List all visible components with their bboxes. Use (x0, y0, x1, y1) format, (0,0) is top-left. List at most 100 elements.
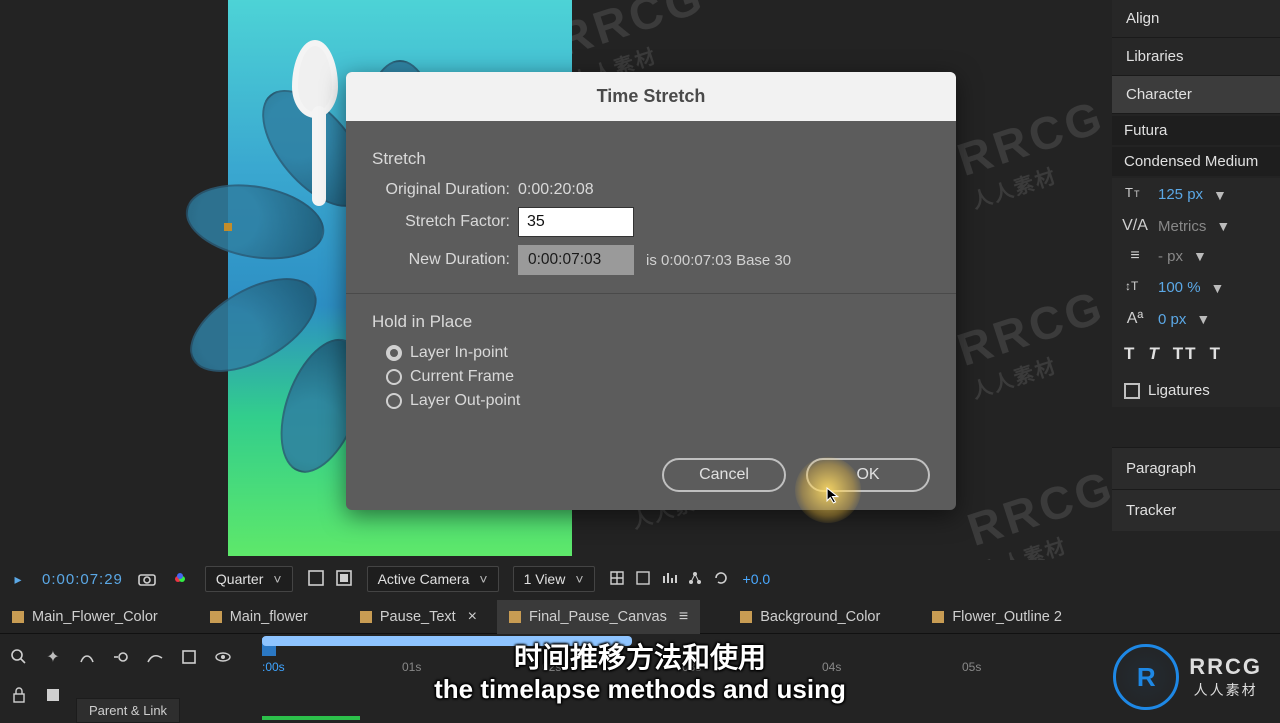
font-family-dropdown[interactable]: Futura (1112, 116, 1280, 145)
panel-align[interactable]: Align (1112, 0, 1280, 38)
tab-main-flower[interactable]: Main_flower (198, 601, 320, 633)
tab-label: Main_flower (230, 609, 308, 625)
brand-text-sub: 人人素材 (1194, 680, 1258, 700)
kerning-row[interactable]: V/A Metrics ▼ (1112, 211, 1280, 241)
dialog-title: Time Stretch (346, 72, 956, 121)
radio-label: Current Frame (410, 368, 514, 386)
font-size-value: 125 px (1158, 186, 1203, 203)
ligatures-checkbox[interactable]: Ligatures (1112, 374, 1280, 407)
radio-layer-out-point[interactable]: Layer Out-point (386, 392, 930, 410)
menu-icon[interactable]: ≡ (675, 608, 688, 626)
camera-dropdown[interactable]: Active Camera ˅ (367, 566, 499, 592)
new-duration-value[interactable]: 0:00:07:03 (518, 245, 634, 275)
current-timecode[interactable]: 0:00:07:29 (42, 571, 123, 588)
chevron-down-icon: ▼ (1196, 311, 1210, 327)
view-dropdown[interactable]: 1 View ˅ (513, 566, 595, 592)
timeline-tab-bar: Main_Flower_Color Main_flower Pause_Text… (0, 600, 1280, 634)
tab-label: Main_Flower_Color (32, 609, 158, 625)
stretch-factor-input[interactable] (518, 207, 634, 237)
subtitle-chinese: 时间推移方法和使用 (0, 636, 1280, 676)
tab-flower-outline-2[interactable]: Flower_Outline 2 (920, 601, 1074, 633)
chevron-down-icon: ▼ (1213, 187, 1227, 203)
time-stretch-dialog: Time Stretch Stretch Original Duration: … (346, 72, 956, 510)
font-style-dropdown[interactable]: Condensed Medium (1112, 147, 1280, 176)
baseline-row[interactable]: Aª 0 px ▼ (1112, 304, 1280, 334)
brush-stroke-icon (286, 40, 350, 204)
snapshot-icon[interactable] (137, 569, 157, 589)
font-size-icon: TT (1122, 184, 1148, 205)
faux-italic-button[interactable]: T (1148, 344, 1160, 364)
comp-icon (210, 611, 222, 623)
ok-button[interactable]: OK (806, 458, 930, 492)
tab-label: Background_Color (760, 609, 880, 625)
svg-text:T: T (1125, 185, 1133, 200)
transparency-grid-icon[interactable] (307, 569, 325, 590)
panel-paragraph[interactable]: Paragraph (1112, 447, 1280, 489)
panel-libraries[interactable]: Libraries (1112, 38, 1280, 76)
share-icon[interactable] (687, 570, 703, 589)
comp-icon (12, 611, 24, 623)
tab-label: Pause_Text (380, 609, 456, 625)
arrow-icon[interactable]: ▸ (8, 569, 28, 589)
mask-icon[interactable] (335, 569, 353, 590)
radio-label: Layer Out-point (410, 392, 520, 410)
grid-icon[interactable] (635, 570, 651, 589)
chevron-down-icon: ▼ (1193, 248, 1207, 264)
font-style-buttons: T T TT T (1112, 334, 1280, 374)
camera-value: Active Camera (378, 571, 470, 587)
exposure-value[interactable]: +0.0 (743, 571, 771, 587)
new-duration-label: New Duration: (372, 251, 518, 269)
svg-text:T: T (1134, 189, 1140, 199)
radio-layer-in-point[interactable]: Layer In-point (386, 344, 930, 362)
close-icon[interactable]: × (464, 608, 477, 626)
guides-icon[interactable] (609, 570, 625, 589)
chevron-down-icon: ˅ (575, 571, 583, 587)
chart-icon[interactable] (661, 570, 677, 589)
brand-logo: R RRCG 人人素材 (1113, 644, 1262, 710)
small-caps-button[interactable]: T (1210, 344, 1222, 364)
tab-final-pause-canvas[interactable]: Final_Pause_Canvas≡ (497, 600, 700, 634)
preview-footer-toolbar: ▸ 0:00:07:29 Quarter˅ Active Camera ˅ 1 V… (0, 560, 1112, 598)
watermark: RRCG人人素材 (951, 89, 1121, 215)
comp-icon (740, 611, 752, 623)
tracking-icon: ≡ (1122, 247, 1148, 265)
view-value: 1 View (524, 571, 566, 587)
scale-value: 100 % (1158, 279, 1201, 296)
chevron-down-icon: ▼ (1216, 218, 1230, 234)
radio-current-frame[interactable]: Current Frame (386, 368, 930, 386)
tab-label: Flower_Outline 2 (952, 609, 1062, 625)
hold-in-place-title: Hold in Place (372, 312, 930, 332)
scale-row[interactable]: ↕T 100 % ▼ (1112, 271, 1280, 304)
original-duration-label: Original Duration: (372, 181, 518, 199)
radio-label: Layer In-point (410, 344, 508, 362)
refresh-icon[interactable] (713, 570, 729, 589)
stretch-section-title: Stretch (372, 149, 930, 169)
chevron-down-icon: ˅ (273, 571, 281, 587)
tab-background-color[interactable]: Background_Color (728, 601, 892, 633)
kerning-value: Metrics (1158, 218, 1206, 235)
tab-main-flower-color[interactable]: Main_Flower_Color (0, 601, 170, 633)
layer-handle[interactable] (224, 223, 232, 231)
cached-frames-indicator (262, 716, 360, 720)
tracking-row[interactable]: ≡ - px ▼ (1112, 241, 1280, 271)
channel-icon[interactable] (171, 569, 191, 589)
subtitle-english: the timelapse methods and using (0, 674, 1280, 705)
new-duration-extra: is 0:00:07:03 Base 30 (646, 252, 791, 269)
font-size-row[interactable]: TT 125 px ▼ (1112, 178, 1280, 211)
cancel-button[interactable]: Cancel (662, 458, 786, 492)
comp-icon (509, 611, 521, 623)
faux-bold-button[interactable]: T (1124, 344, 1136, 364)
stretch-factor-label: Stretch Factor: (372, 213, 518, 231)
font-family-value: Futura (1124, 122, 1167, 139)
panel-character[interactable]: Character (1112, 76, 1280, 114)
panel-tracker[interactable]: Tracker (1112, 489, 1280, 531)
resolution-dropdown[interactable]: Quarter˅ (205, 566, 293, 592)
comp-icon (932, 611, 944, 623)
tab-pause-text[interactable]: Pause_Text × (348, 600, 489, 634)
cursor-icon (826, 487, 843, 504)
all-caps-button[interactable]: TT (1173, 344, 1198, 364)
font-style-value: Condensed Medium (1124, 153, 1258, 170)
tracking-value: - px (1158, 248, 1183, 265)
checkbox-icon (1124, 383, 1140, 399)
chevron-down-icon: ˅ (479, 571, 487, 587)
